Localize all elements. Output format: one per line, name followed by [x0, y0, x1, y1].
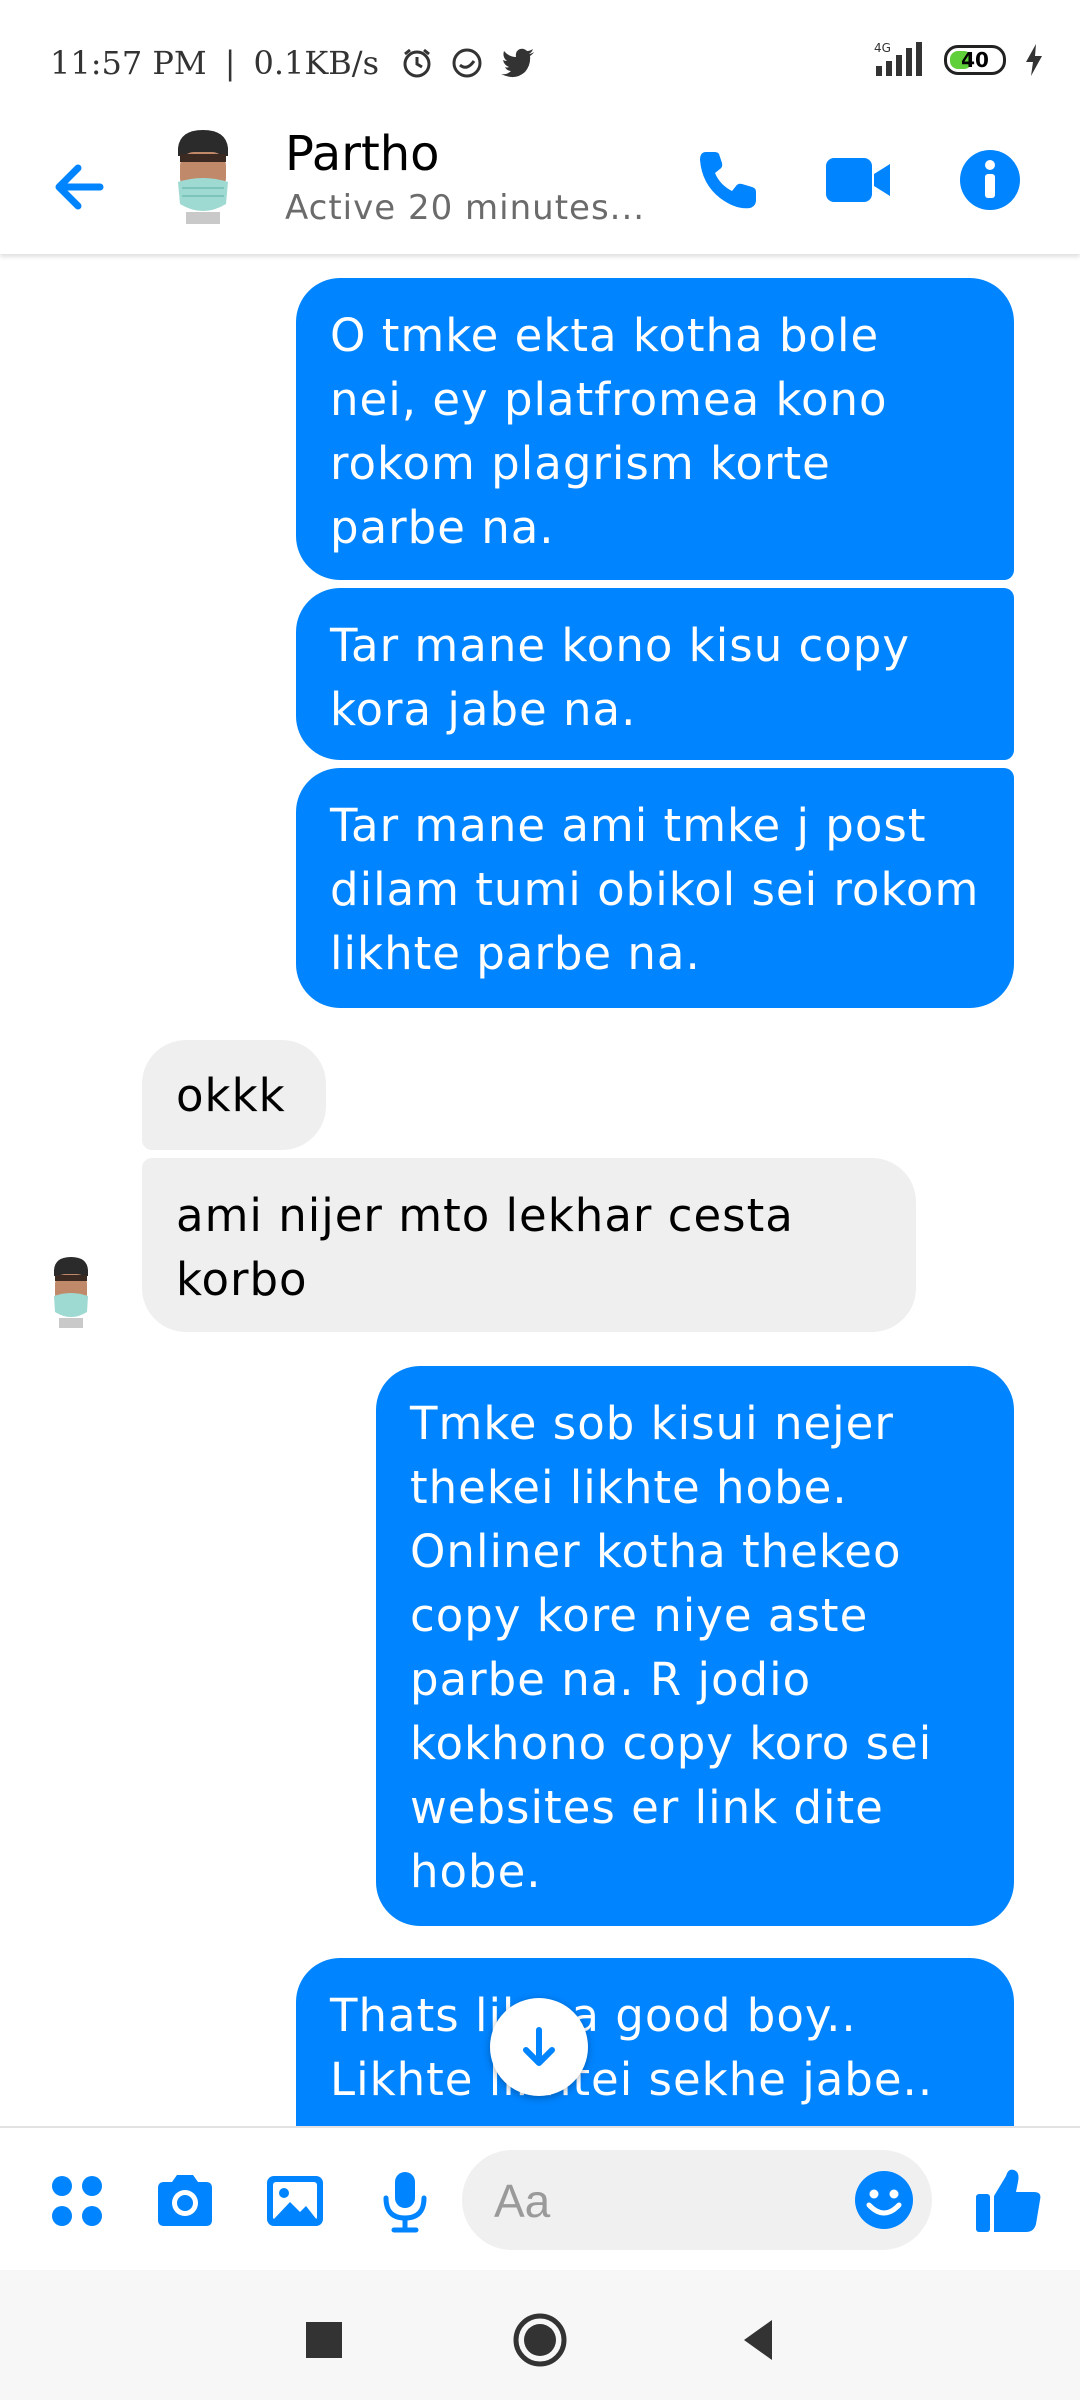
back-arrow-icon[interactable] [44, 152, 114, 222]
outgoing-message[interactable]: Tar mane kono kisu copy kora jabe na. [296, 588, 1014, 760]
incoming-message[interactable]: ami nijer mto lekhar cesta korbo [142, 1158, 916, 1332]
contact-avatar[interactable] [166, 126, 240, 224]
outgoing-message[interactable]: Tmke sob kisui nejer thekei likhte hobe.… [376, 1366, 1014, 1926]
status-bar: 11:57 PM | 0.1KB/s 4G 40 [0, 0, 1080, 120]
sender-avatar[interactable] [46, 1254, 96, 1328]
recent-apps-button[interactable] [294, 2310, 354, 2370]
apps-icon[interactable] [44, 2168, 110, 2234]
alarm-icon [403, 48, 431, 78]
outgoing-message[interactable]: O tmke ekta kotha bole nei, ey platfrome… [296, 278, 1014, 580]
scroll-to-bottom-button[interactable] [490, 1998, 588, 2096]
arrow-down-icon [523, 2027, 555, 2066]
status-time: 11:57 PM [50, 44, 207, 82]
contact-name[interactable]: Partho [285, 126, 440, 182]
battery-indicator: 40 [944, 45, 1006, 75]
video-call-icon[interactable] [822, 144, 894, 216]
phone-icon[interactable] [692, 144, 764, 216]
chat-header: Partho Active 20 minutes... [0, 120, 1080, 254]
info-icon[interactable] [954, 144, 1026, 216]
microphone-icon[interactable] [372, 2168, 438, 2234]
message-input-placeholder: Aa [494, 2175, 551, 2227]
system-navigation-bar [0, 2270, 1080, 2400]
status-speed: 0.1KB/s [253, 44, 379, 82]
gallery-icon[interactable] [262, 2168, 328, 2234]
outgoing-message[interactable]: Tar mane ami tmke j post dilam tumi obik… [296, 768, 1014, 1008]
back-button[interactable] [730, 2310, 790, 2370]
incoming-message[interactable]: okkk [142, 1040, 326, 1150]
chat-icon [452, 48, 482, 78]
home-button[interactable] [510, 2310, 570, 2370]
emoji-icon[interactable] [852, 2168, 916, 2232]
message-composer: Aa [0, 2126, 1080, 2272]
contact-active-status: Active 20 minutes... [285, 188, 646, 228]
thumbs-up-icon[interactable] [972, 2164, 1046, 2238]
signal-icon: 4G [874, 41, 922, 76]
camera-icon[interactable] [152, 2168, 218, 2234]
svg-text:4G: 4G [874, 41, 891, 55]
twitter-icon [500, 48, 534, 78]
message-input[interactable]: Aa [462, 2150, 932, 2250]
charging-icon [1026, 44, 1042, 76]
